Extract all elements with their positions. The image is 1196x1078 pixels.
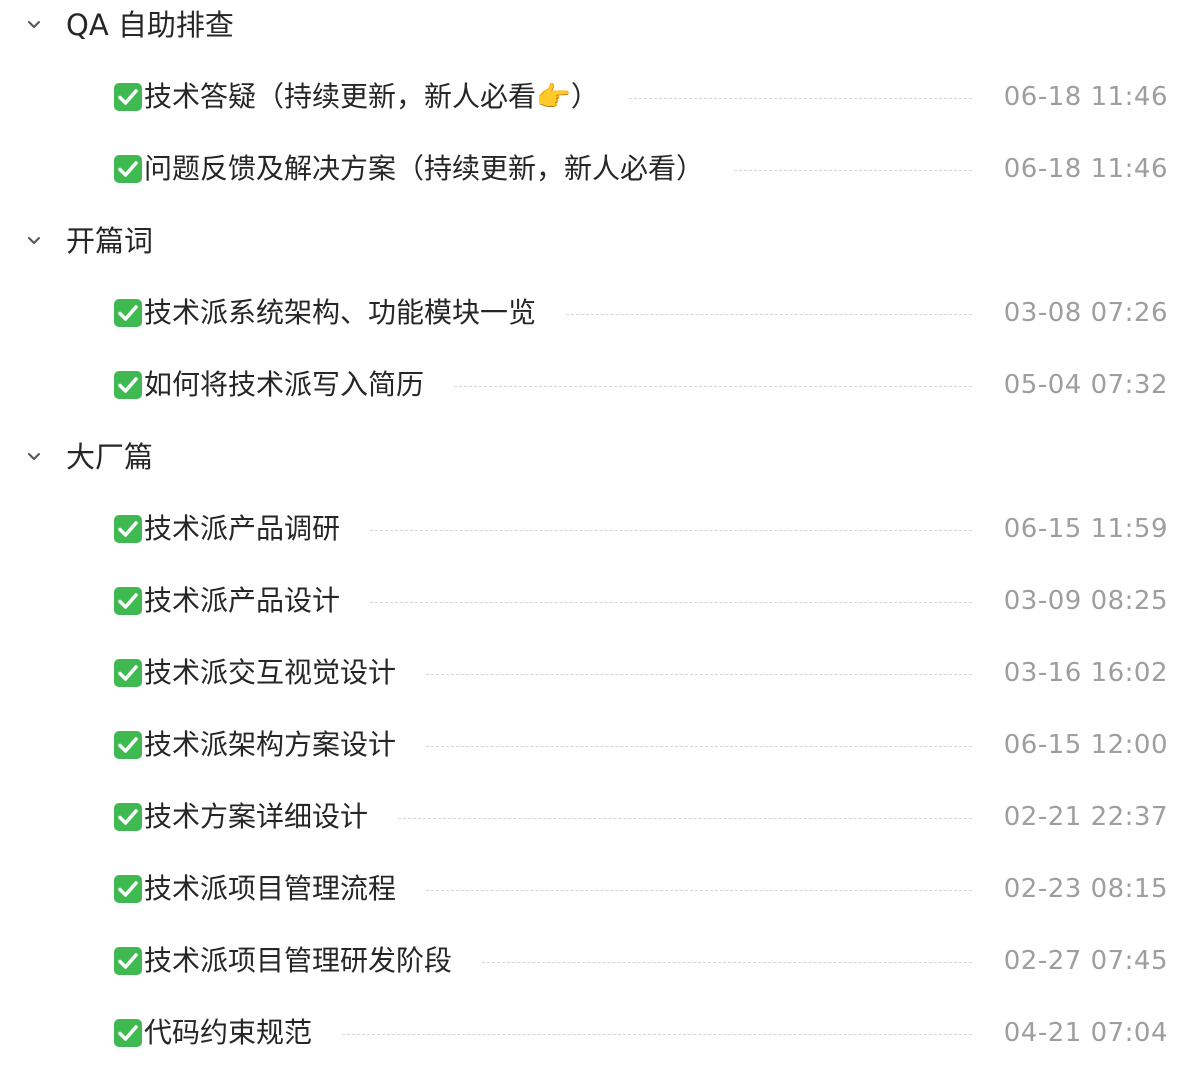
leader-line bbox=[454, 385, 972, 387]
section-header-intro[interactable]: 开篇词 bbox=[0, 216, 1196, 266]
item-date: 06-18 11:46 bbox=[1003, 82, 1168, 112]
check-mark-button-icon bbox=[112, 585, 144, 617]
item-date: 02-21 22:37 bbox=[1003, 802, 1168, 832]
item-date: 06-15 11:59 bbox=[1003, 514, 1168, 544]
item-date: 03-16 16:02 bbox=[1003, 658, 1168, 688]
item-date: 02-23 08:15 bbox=[1003, 874, 1168, 904]
check-mark-button-icon bbox=[112, 801, 144, 833]
item-title: 技术派系统架构、功能模块一览 bbox=[144, 296, 537, 329]
item-title: 技术派项目管理流程 bbox=[144, 872, 397, 905]
check-mark-button-icon bbox=[112, 1017, 144, 1049]
check-mark-button-icon bbox=[112, 873, 144, 905]
chevron-down-icon[interactable] bbox=[25, 232, 43, 250]
list-item[interactable]: 技术派产品调研 06-15 11:59 bbox=[112, 504, 1168, 554]
item-date: 03-09 08:25 bbox=[1003, 586, 1168, 616]
leader-line bbox=[482, 961, 972, 963]
list-item[interactable]: 技术派交互视觉设计 03-16 16:02 bbox=[112, 648, 1168, 698]
item-title: 问题反馈及解决方案（持续更新，新人必看） bbox=[144, 152, 705, 185]
item-title: 技术派交互视觉设计 bbox=[144, 656, 397, 689]
list-item[interactable]: 技术派架构方案设计 06-15 12:00 bbox=[112, 720, 1168, 770]
leader-line bbox=[426, 889, 972, 891]
check-mark-button-icon bbox=[112, 81, 144, 113]
item-title: 技术派项目管理研发阶段 bbox=[144, 944, 453, 977]
leader-line bbox=[426, 745, 972, 747]
check-mark-button-icon bbox=[112, 657, 144, 689]
leader-line bbox=[566, 313, 972, 315]
leader-line bbox=[370, 529, 972, 531]
list-item[interactable]: 技术派项目管理研发阶段 02-27 07:45 bbox=[112, 936, 1168, 986]
item-title: 技术派产品调研 bbox=[144, 512, 341, 545]
section-title: 开篇词 bbox=[66, 224, 154, 258]
check-mark-button-icon bbox=[112, 513, 144, 545]
check-mark-button-icon bbox=[112, 369, 144, 401]
item-title: 技术答疑（持续更新，新人必看👉） bbox=[144, 72, 599, 122]
item-date: 06-15 12:00 bbox=[1003, 730, 1168, 760]
list-item[interactable]: 技术派项目管理流程 02-23 08:15 bbox=[112, 864, 1168, 914]
section-title: QA 自助排查 bbox=[66, 8, 234, 42]
backhand-index-pointing-right-icon: 👉 bbox=[536, 80, 571, 113]
item-date: 03-08 07:26 bbox=[1003, 298, 1168, 328]
item-date: 05-04 07:32 bbox=[1003, 370, 1168, 400]
item-date: 02-27 07:45 bbox=[1003, 946, 1168, 976]
list-item[interactable]: 如何将技术派写入简历 05-04 07:32 bbox=[112, 360, 1168, 410]
section-header-big-company[interactable]: 大厂篇 bbox=[0, 432, 1196, 482]
check-mark-button-icon bbox=[112, 297, 144, 329]
leader-line bbox=[628, 97, 972, 99]
leader-line bbox=[734, 169, 972, 171]
item-title: 技术派产品设计 bbox=[144, 584, 341, 617]
section-header-qa[interactable]: QA 自助排查 bbox=[0, 0, 1196, 50]
list-item[interactable]: 技术方案详细设计 02-21 22:37 bbox=[112, 792, 1168, 842]
leader-line bbox=[370, 601, 972, 603]
list-item[interactable]: 代码约束规范 04-21 07:04 bbox=[112, 1008, 1168, 1058]
item-title: 如何将技术派写入简历 bbox=[144, 368, 425, 401]
item-title: 技术派架构方案设计 bbox=[144, 728, 397, 761]
list-item[interactable]: 技术答疑（持续更新，新人必看👉） 06-18 11:46 bbox=[112, 72, 1168, 122]
list-item[interactable]: 技术派系统架构、功能模块一览 03-08 07:26 bbox=[112, 288, 1168, 338]
leader-line bbox=[398, 817, 972, 819]
item-title: 代码约束规范 bbox=[144, 1016, 313, 1049]
leader-line bbox=[426, 673, 972, 675]
list-item[interactable]: 技术派产品设计 03-09 08:25 bbox=[112, 576, 1168, 626]
item-date: 06-18 11:46 bbox=[1003, 154, 1168, 184]
item-date: 04-21 07:04 bbox=[1003, 1018, 1168, 1048]
list-item[interactable]: 问题反馈及解决方案（持续更新，新人必看） 06-18 11:46 bbox=[112, 144, 1168, 194]
check-mark-button-icon bbox=[112, 945, 144, 977]
chevron-down-icon[interactable] bbox=[25, 16, 43, 34]
check-mark-button-icon bbox=[112, 729, 144, 761]
leader-line bbox=[342, 1033, 972, 1035]
item-title: 技术方案详细设计 bbox=[144, 800, 369, 833]
section-title: 大厂篇 bbox=[66, 440, 154, 474]
check-mark-button-icon bbox=[112, 153, 144, 185]
chevron-down-icon[interactable] bbox=[25, 448, 43, 466]
